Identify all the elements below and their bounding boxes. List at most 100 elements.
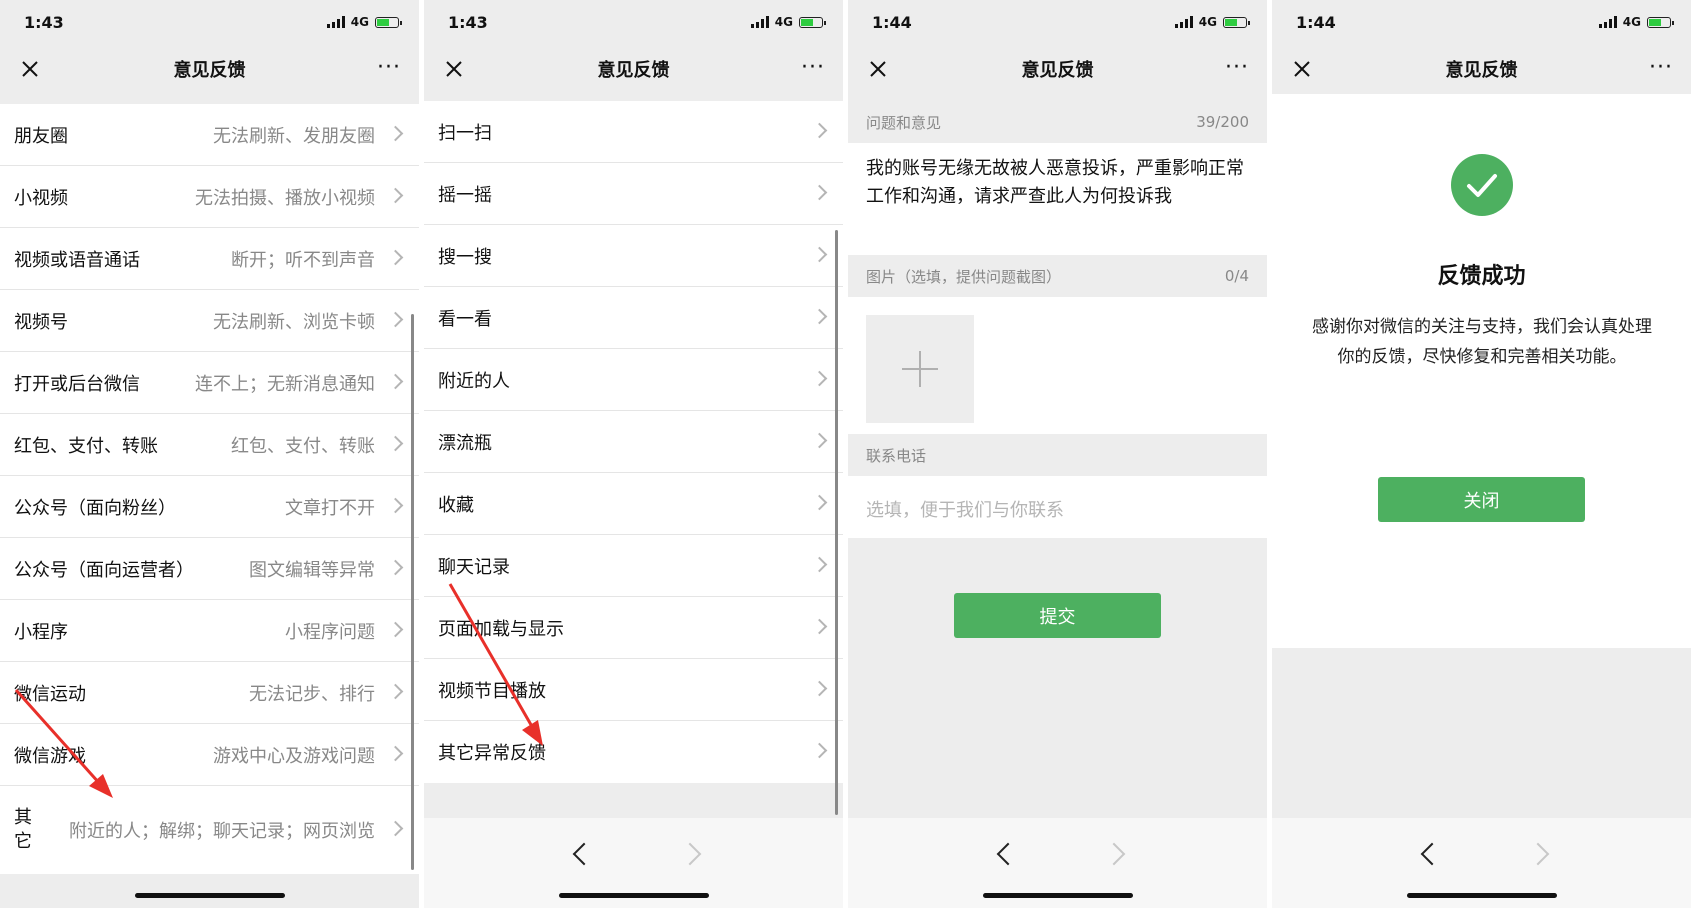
item-desc: 断开；听不到声音 — [231, 249, 375, 271]
status-time: 1:44 — [1296, 12, 1336, 32]
back-arrow-icon[interactable] — [572, 842, 596, 866]
red-arrow-icon — [14, 689, 113, 798]
list-item[interactable]: 小视频 无法拍摄、播放小视频 — [0, 166, 419, 228]
signal-icon — [1598, 16, 1617, 28]
item-label: 摇一摇 — [438, 184, 492, 206]
add-image-button[interactable] — [866, 315, 974, 423]
chevron-right-icon — [811, 494, 828, 510]
network-label: 4G — [1622, 15, 1641, 29]
chevron-right-icon — [387, 745, 404, 761]
status-icons: 4G — [326, 15, 402, 29]
status-time: 1:43 — [24, 12, 64, 32]
list-item[interactable]: 视频号 无法刷新、浏览卡顿 — [0, 290, 419, 352]
close-icon[interactable] — [1290, 57, 1314, 81]
item-label: 视频号 — [14, 311, 68, 333]
status-icons: 4G — [1598, 15, 1674, 29]
list-item[interactable]: 小程序 小程序问题 — [0, 600, 419, 662]
signal-icon — [326, 16, 345, 28]
list-item[interactable]: 看一看 — [424, 287, 843, 349]
status-icons: 4G — [1174, 15, 1250, 29]
plus-icon — [902, 351, 938, 387]
more-icon[interactable]: ··· — [377, 57, 401, 79]
chevron-right-icon — [811, 246, 828, 262]
item-desc: 无法刷新、发朋友圈 — [213, 125, 375, 147]
item-label: 附近的人 — [438, 370, 510, 392]
scrollbar[interactable] — [411, 314, 414, 870]
item-label: 朋友圈 — [14, 125, 68, 147]
close-icon[interactable] — [18, 57, 42, 81]
list-item[interactable]: 收藏 — [424, 473, 843, 535]
chevron-right-icon — [811, 370, 828, 386]
list-item[interactable]: 红包、支付、转账 红包、支付、转账 — [0, 414, 419, 476]
success-title: 反馈成功 — [1437, 264, 1526, 289]
item-desc: 文章打不开 — [285, 497, 375, 519]
more-icon[interactable]: ··· — [1649, 57, 1673, 79]
item-label: 红包、支付、转账 — [14, 435, 158, 457]
scrollbar[interactable] — [835, 230, 838, 815]
chevron-right-icon — [811, 432, 828, 448]
item-label: 视频或语音通话 — [14, 249, 140, 271]
chevron-right-icon — [387, 125, 404, 141]
phone-placeholder: 选填，便于我们与你联系 — [866, 500, 1064, 521]
chevron-right-icon — [387, 373, 404, 389]
network-label: 4G — [774, 15, 793, 29]
list-item[interactable]: 漂流瓶 — [424, 411, 843, 473]
back-arrow-icon[interactable] — [1420, 842, 1444, 866]
item-desc: 无法刷新、浏览卡顿 — [213, 311, 375, 333]
phone-screen-4: 1:44 4G 意见反馈 ··· 反馈成功 感谢你对微信的关注与支持，我们会认真… — [1272, 0, 1691, 908]
page-title: 意见反馈 — [1021, 60, 1094, 81]
forward-arrow-icon[interactable] — [1102, 842, 1126, 866]
issue-textarea[interactable]: 我的账号无缘无故被人恶意投诉，严重影响正常工作和沟通，请求严查此人为何投诉我 — [848, 143, 1267, 255]
item-label: 公众号（面向粉丝） — [14, 497, 176, 519]
item-desc: 红包、支付、转账 — [231, 435, 375, 457]
network-label: 4G — [350, 15, 369, 29]
item-desc: 无法拍摄、播放小视频 — [195, 187, 375, 209]
item-label: 收藏 — [438, 494, 474, 516]
item-label: 小视频 — [14, 187, 68, 209]
list-item[interactable]: 公众号（面向运营者） 图文编辑等异常 — [0, 538, 419, 600]
close-icon[interactable] — [866, 57, 890, 81]
success-panel: 反馈成功 感谢你对微信的关注与支持，我们会认真处理你的反馈，尽快修复和完善相关功… — [1272, 94, 1691, 648]
more-icon[interactable]: ··· — [1225, 57, 1249, 79]
issue-char-count: 39/200 — [1196, 113, 1249, 131]
issue-label: 问题和意见 — [866, 113, 942, 132]
status-time: 1:44 — [872, 12, 912, 32]
chevron-right-icon — [387, 187, 404, 203]
nav-bar: 意见反馈 ··· — [0, 44, 419, 94]
close-button[interactable]: 关闭 — [1378, 477, 1585, 522]
forward-arrow-icon[interactable] — [678, 842, 702, 866]
phone-screen-2: 1:43 4G 意见反馈 ··· 扫一扫 摇一摇 搜一搜 看一看 附近的人 漂流… — [424, 0, 843, 908]
issue-section-header: 问题和意见 39/200 — [848, 101, 1267, 143]
list-item[interactable]: 公众号（面向粉丝） 文章打不开 — [0, 476, 419, 538]
screenshot-strip: 1:43 4G 意见反馈 ··· 朋友圈 无法刷新、发朋友圈 小视频 无法拍摄、播放… — [0, 0, 1691, 908]
list-item[interactable]: 搜一搜 — [424, 225, 843, 287]
status-bar: 1:43 4G — [0, 0, 419, 44]
success-message: 感谢你对微信的关注与支持，我们会认真处理你的反馈，尽快修复和完善相关功能。 — [1312, 317, 1652, 367]
item-label: 其它 — [14, 807, 32, 852]
signal-icon — [750, 16, 769, 28]
red-arrow-icon — [448, 583, 543, 746]
item-desc: 连不上；无新消息通知 — [195, 373, 375, 395]
back-arrow-icon[interactable] — [996, 842, 1020, 866]
image-count: 0/4 — [1224, 267, 1249, 285]
list-item[interactable]: 附近的人 — [424, 349, 843, 411]
list-item[interactable]: 朋友圈 无法刷新、发朋友圈 — [0, 104, 419, 166]
status-bar: 1:44 4G — [848, 0, 1267, 44]
list-item[interactable]: 视频或语音通话 断开；听不到声音 — [0, 228, 419, 290]
close-icon[interactable] — [442, 57, 466, 81]
status-bar: 1:44 4G — [1272, 0, 1691, 44]
phone-screen-3: 1:44 4G 意见反馈 ··· 问题和意见 39/200 我的账号无缘无故被人… — [848, 0, 1267, 908]
submit-button[interactable]: 提交 — [954, 593, 1161, 638]
list-item[interactable]: 打开或后台微信 连不上；无新消息通知 — [0, 352, 419, 414]
forward-arrow-icon[interactable] — [1526, 842, 1550, 866]
chevron-right-icon — [387, 497, 404, 513]
item-label: 扫一扫 — [438, 122, 492, 144]
more-icon[interactable]: ··· — [801, 57, 825, 79]
phone-input[interactable]: 选填，便于我们与你联系 — [848, 476, 1267, 538]
home-indicator — [134, 893, 285, 898]
battery-icon — [375, 16, 402, 28]
list-item[interactable]: 扫一扫 — [424, 101, 843, 163]
chevron-right-icon — [387, 559, 404, 575]
list-item[interactable]: 摇一摇 — [424, 163, 843, 225]
status-bar: 1:43 4G — [424, 0, 843, 44]
